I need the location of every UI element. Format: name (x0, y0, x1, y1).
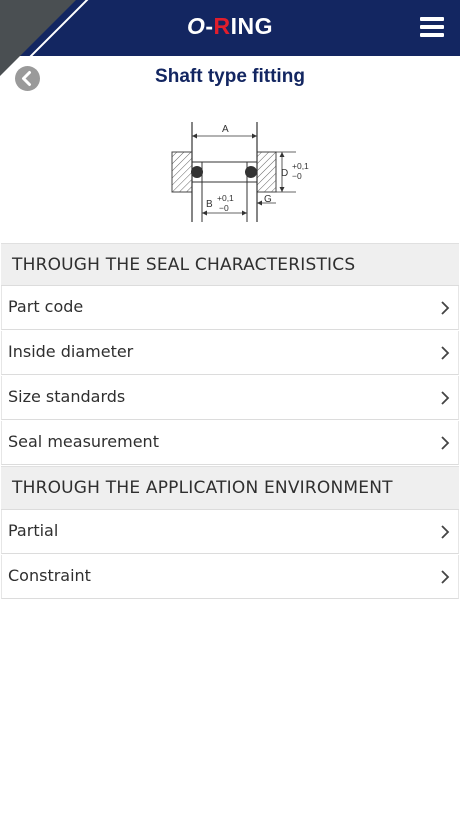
list-item-constraint[interactable]: Constraint (1, 555, 459, 599)
list-item-label: Part code (8, 297, 84, 316)
section-application-environment: THROUGH THE APPLICATION ENVIRONMENT (1, 466, 459, 510)
menu-bar (420, 33, 444, 37)
app-header: O-RING (0, 0, 460, 78)
hamburger-menu-icon[interactable] (420, 17, 444, 37)
chevron-right-icon (441, 391, 450, 405)
list-item-inside-diameter[interactable]: Inside diameter (1, 331, 459, 375)
dim-d-tolerance-minus: −0 (292, 171, 302, 181)
list-item-partial[interactable]: Partial (1, 510, 459, 554)
list-item-label: Inside diameter (8, 342, 134, 361)
dim-b-tolerance-plus: +0,1 (217, 193, 234, 203)
dim-d-tolerance-plus: +0,1 (292, 161, 309, 171)
app-logo: O-RING (0, 13, 460, 40)
section-title: THROUGH THE SEAL CHARACTERISTICS (12, 255, 356, 275)
logo-letter-r: R (213, 13, 231, 39)
dim-label-b: B (206, 199, 213, 210)
chevron-right-icon (441, 570, 450, 584)
list-item-part-code[interactable]: Part code (1, 286, 459, 330)
list-item-label: Seal measurement (8, 432, 159, 451)
dim-label-d: D (281, 168, 288, 179)
section-seal-characteristics: THROUGH THE SEAL CHARACTERISTICS (1, 243, 459, 286)
dim-b-tolerance-minus: −0 (219, 203, 229, 213)
chevron-right-icon (441, 436, 450, 450)
menu-bar (420, 25, 444, 29)
dim-g-arrow (257, 200, 262, 206)
section-title: THROUGH THE APPLICATION ENVIRONMENT (12, 478, 393, 498)
list-item-size-standards[interactable]: Size standards (1, 376, 459, 420)
list-item-label: Constraint (8, 566, 91, 585)
menu-bar (420, 17, 444, 21)
o-ring-left (191, 166, 203, 178)
logo-letters-ing: ING (230, 13, 274, 39)
list-item-label: Partial (8, 521, 59, 540)
chevron-right-icon (441, 525, 450, 539)
dim-label-a: A (222, 124, 229, 135)
left-housing (171, 151, 193, 193)
title-bar: Shaft type fitting (0, 56, 460, 100)
page-title: Shaft type fitting (155, 66, 305, 87)
o-ring-right (245, 166, 257, 178)
logo-dash: - (205, 13, 214, 39)
shaft-fitting-diagram: A D +0,1 −0 G B +0,1 −0 (171, 122, 309, 222)
logo-letter-o: O (186, 13, 206, 39)
dim-label-g: G (264, 194, 272, 205)
right-housing (256, 151, 277, 193)
chevron-right-icon (441, 346, 450, 360)
chevron-right-icon (441, 301, 450, 315)
list-item-label: Size standards (8, 387, 126, 406)
list-item-seal-measurement[interactable]: Seal measurement (1, 421, 459, 465)
